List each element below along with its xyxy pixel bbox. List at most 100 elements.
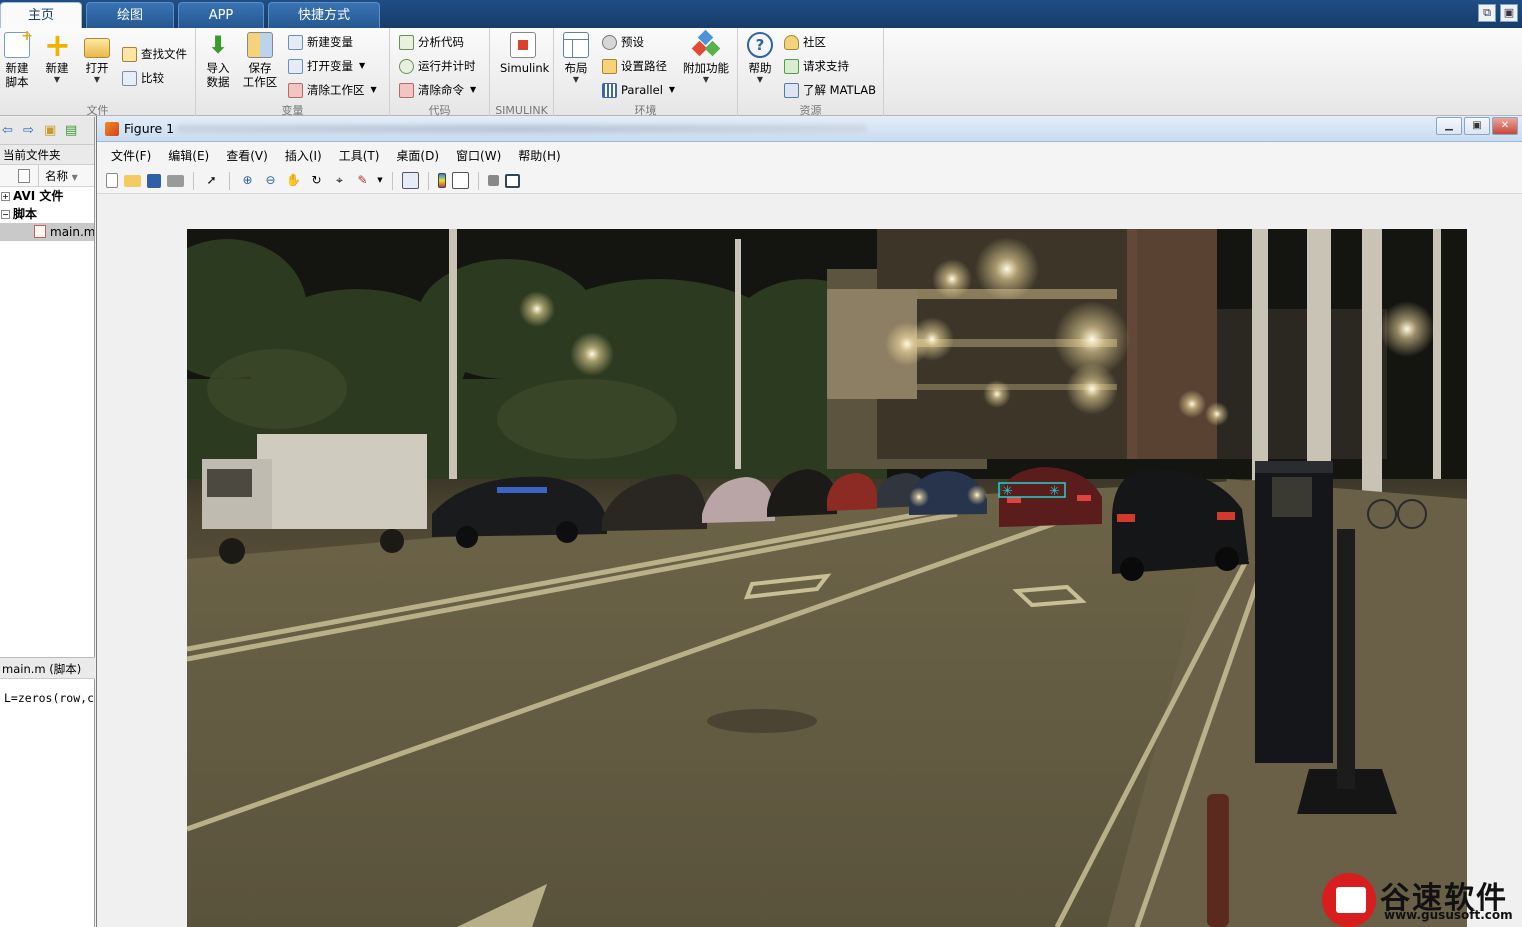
open-variable-label: 打开变量 xyxy=(307,59,353,73)
set-path-label: 设置路径 xyxy=(621,59,667,73)
blurred-path xyxy=(177,125,867,133)
open-label: 打开 xyxy=(85,61,109,75)
menu-insert[interactable]: 插入(I) xyxy=(285,147,322,164)
layout-button[interactable]: 布局 ▼ xyxy=(556,32,596,85)
chevron-down-icon: ▼ xyxy=(572,75,580,84)
current-folder-title: 当前文件夹 xyxy=(0,145,94,165)
menu-edit[interactable]: 编辑(E) xyxy=(168,147,209,164)
collapse-icon[interactable]: − xyxy=(1,210,10,219)
tab-shortcuts[interactable]: 快捷方式 xyxy=(268,2,380,28)
chevron-down-icon: ▼ xyxy=(470,85,477,94)
run-and-time-button[interactable]: 运行并计时 xyxy=(399,56,476,76)
print-icon[interactable] xyxy=(167,174,184,187)
watermark-logo: 谷速软件 www.gususoft.com xyxy=(1322,871,1520,927)
learn-matlab-button[interactable]: 了解 MATLAB xyxy=(784,80,876,100)
pan-hand-icon[interactable]: ✋ xyxy=(285,172,302,189)
addons-label: 附加功能 xyxy=(683,61,729,75)
show-plot-tools-icon[interactable] xyxy=(505,173,520,188)
menu-view[interactable]: 查看(V) xyxy=(226,147,268,164)
browse-folder-icon[interactable]: ▤ xyxy=(65,124,80,137)
figure-menu-bar: 文件(F) 编辑(E) 查看(V) 插入(I) 工具(T) 桌面(D) 窗口(W… xyxy=(97,142,1522,168)
ribbon-group-simulink: Simulink SIMULINK xyxy=(490,28,554,117)
night-street-photo: ✳ ✳ xyxy=(187,229,1467,927)
tab-home[interactable]: 主页 xyxy=(0,2,82,28)
import-data-button[interactable]: ⬇ 导入 数据 xyxy=(198,32,238,89)
tree-group-scripts[interactable]: − 脚本 xyxy=(0,205,94,223)
back-arrow-icon[interactable]: ⇦ xyxy=(2,124,17,137)
colorbar-icon[interactable] xyxy=(438,173,446,188)
zoom-out-icon[interactable]: ⊖ xyxy=(262,172,279,189)
clear-commands-button[interactable]: 清除命令 ▼ xyxy=(399,80,476,100)
menu-file[interactable]: 文件(F) xyxy=(111,147,151,164)
open-file-icon[interactable] xyxy=(124,174,141,187)
maximize-icon[interactable]: ▣ xyxy=(1464,117,1490,135)
community-icon xyxy=(784,34,799,50)
open-variable-button[interactable]: 打开变量 ▼ xyxy=(288,56,365,76)
find-files-button[interactable]: 查找文件 xyxy=(122,44,187,64)
analyze-code-button[interactable]: 分析代码 xyxy=(399,32,464,52)
details-header[interactable]: main.m (脚本) xyxy=(0,657,95,679)
parallel-label: Parallel xyxy=(621,83,663,97)
layout-icon xyxy=(563,32,589,58)
chevron-down-icon[interactable]: ▼ xyxy=(377,172,383,189)
addons-button[interactable]: 附加功能 ▼ xyxy=(682,29,730,85)
save-icon[interactable] xyxy=(147,173,161,188)
figure-window-controls: ▁ ▣ ✕ xyxy=(1436,117,1518,135)
desktop-window-buttons: ⧉ ▣ xyxy=(1478,4,1518,22)
zoom-in-icon[interactable]: ⊕ xyxy=(239,172,256,189)
tab-plots[interactable]: 绘图 xyxy=(86,2,174,28)
menu-tools[interactable]: 工具(T) xyxy=(339,147,380,164)
data-cursor-icon[interactable]: ⌖ xyxy=(331,172,348,189)
clear-workspace-button[interactable]: 清除工作区 ▼ xyxy=(288,80,377,100)
minimize-icon[interactable]: ▁ xyxy=(1436,117,1462,135)
chevron-down-icon: ▼ xyxy=(370,85,377,94)
import-label-2: 数据 xyxy=(206,75,230,89)
help-button[interactable]: ? 帮助 ▼ xyxy=(740,32,780,85)
new-figure-icon[interactable] xyxy=(106,173,118,188)
link-plot-icon[interactable] xyxy=(402,172,419,189)
rotate-3d-icon[interactable]: ↻ xyxy=(308,172,325,189)
open-button[interactable]: 打开 ▼ xyxy=(77,32,117,85)
undock-icon[interactable]: ⧉ xyxy=(1478,4,1496,22)
menu-window[interactable]: 窗口(W) xyxy=(456,147,501,164)
forward-arrow-icon[interactable]: ⇨ xyxy=(23,124,38,137)
preferences-button[interactable]: 预设 xyxy=(602,32,644,52)
import-label-1: 导入 xyxy=(206,61,230,75)
simulink-button[interactable]: Simulink xyxy=(500,32,549,75)
new-button[interactable]: + 新建 ▼ xyxy=(37,26,77,85)
tree-group-avi[interactable]: + AVI 文件 xyxy=(0,187,94,205)
new-variable-button[interactable]: 新建变量 xyxy=(288,32,353,52)
expand-icon[interactable]: + xyxy=(1,192,10,201)
compare-button[interactable]: 比较 xyxy=(122,68,164,88)
parallel-button[interactable]: Parallel ▼ xyxy=(602,80,675,100)
community-button[interactable]: 社区 xyxy=(784,32,826,52)
legend-icon[interactable] xyxy=(452,172,469,189)
figure-toolbar: ➚ ⊕ ⊖ ✋ ↻ ⌖ ✎ ▼ xyxy=(97,168,1522,194)
tab-apps[interactable]: APP xyxy=(178,2,264,28)
svg-text:✳: ✳ xyxy=(1049,484,1060,499)
chevron-down-icon: ▼ xyxy=(359,61,366,70)
addons-cubes-icon xyxy=(691,29,721,58)
clear-workspace-label: 清除工作区 xyxy=(307,83,365,97)
ribbon-group-file: + 新建 脚本 + 新建 ▼ 打开 ▼ 查找文件 比较 文件 xyxy=(0,26,196,117)
menu-help[interactable]: 帮助(H) xyxy=(518,147,560,164)
gear-icon xyxy=(602,34,617,50)
restore-icon[interactable]: ▣ xyxy=(1500,4,1518,22)
menu-desktop[interactable]: 桌面(D) xyxy=(396,147,439,164)
file-item-main-m[interactable]: main.m xyxy=(0,223,94,241)
save-workspace-icon xyxy=(247,32,273,58)
set-path-button[interactable]: 设置路径 xyxy=(602,56,667,76)
request-support-button[interactable]: 请求支持 xyxy=(784,56,849,76)
new-plus-icon: + xyxy=(44,26,71,64)
new-script-button[interactable]: + 新建 脚本 xyxy=(0,29,37,89)
hide-plot-tools-icon[interactable] xyxy=(488,175,499,186)
name-column-header[interactable]: 名称 ▼ xyxy=(38,164,94,187)
close-icon[interactable]: ✕ xyxy=(1492,117,1518,135)
community-label: 社区 xyxy=(803,35,826,49)
document-icon xyxy=(18,168,30,183)
image-axes[interactable]: ✳ ✳ xyxy=(187,229,1467,927)
save-workspace-button[interactable]: 保存 工作区 xyxy=(240,32,280,89)
brush-icon[interactable]: ✎ xyxy=(354,172,371,189)
up-folder-icon[interactable]: ▣ xyxy=(44,124,59,137)
select-arrow-icon[interactable]: ➚ xyxy=(203,172,220,189)
